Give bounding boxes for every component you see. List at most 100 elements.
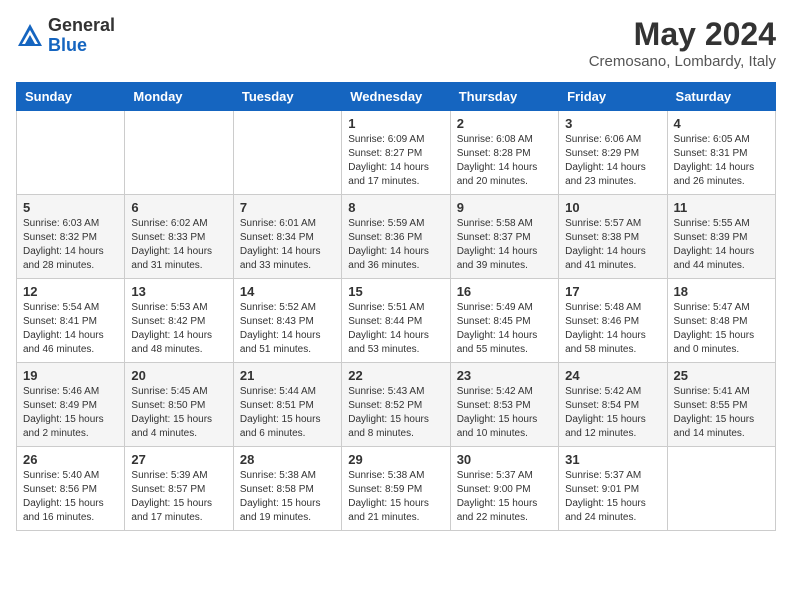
day-number: 17 <box>565 284 660 299</box>
calendar-day-cell: 21Sunrise: 5:44 AM Sunset: 8:51 PM Dayli… <box>233 363 341 447</box>
calendar-day-cell <box>125 111 233 195</box>
day-number: 11 <box>674 200 769 215</box>
weekday-header: Sunday <box>17 83 125 111</box>
location: Cremosano, Lombardy, Italy <box>589 53 776 70</box>
calendar-day-cell: 17 Sunrise: 5:48 AM Sunset: 8:46 PM Dayli… <box>559 279 667 363</box>
weekday-header: Friday <box>559 83 667 111</box>
day-number: 27 <box>131 452 226 467</box>
day-info: Sunrise: 5:39 AM Sunset: 8:57 PM Dayligh… <box>131 469 226 525</box>
day-number: 1 <box>348 116 443 131</box>
day-info: Sunrise: 6:09 AM Sunset: 8:27 PM Dayligh… <box>348 133 443 189</box>
day-number: 29 <box>348 452 443 467</box>
day-number: 3 <box>565 116 660 131</box>
weekday-header: Saturday <box>667 83 775 111</box>
calendar-day-cell <box>17 111 125 195</box>
weekday-header: Monday <box>125 83 233 111</box>
day-info: Sunrise: 5:46 AM Sunset: 8:49 PM Dayligh… <box>23 385 118 441</box>
calendar-day-cell: 4 Sunrise: 6:05 AM Sunset: 8:31 PM Daylig… <box>667 111 775 195</box>
day-info: Sunrise: 5:58 AM Sunset: 8:37 PM Dayligh… <box>457 217 552 273</box>
day-number: 19 <box>23 368 118 383</box>
day-info: Sunrise: 5:47 AM Sunset: 8:48 PM Dayligh… <box>674 301 769 357</box>
day-info: Sunrise: 5:37 AM Sunset: 9:01 PM Dayligh… <box>565 469 660 525</box>
day-info: Sunrise: 5:53 AM Sunset: 8:42 PM Dayligh… <box>131 301 226 357</box>
day-info: Sunrise: 6:01 AM Sunset: 8:34 PM Dayligh… <box>240 217 335 273</box>
day-number: 2 <box>457 116 552 131</box>
logo-text: General Blue <box>48 16 115 56</box>
logo-blue: Blue <box>48 35 87 55</box>
day-info: Sunrise: 5:42 AM Sunset: 8:54 PM Dayligh… <box>565 385 660 441</box>
day-number: 20 <box>131 368 226 383</box>
calendar-day-cell: 12 Sunrise: 5:54 AM Sunset: 8:41 PM Dayli… <box>17 279 125 363</box>
calendar-day-cell: 29 Sunrise: 5:38 AM Sunset: 8:59 PM Dayli… <box>342 447 450 531</box>
calendar-day-cell: 27 Sunrise: 5:39 AM Sunset: 8:57 PM Dayli… <box>125 447 233 531</box>
day-number: 23 <box>457 368 552 383</box>
day-info: Sunrise: 5:45 AM Sunset: 8:50 PM Dayligh… <box>131 385 226 441</box>
day-info: Sunrise: 6:08 AM Sunset: 8:28 PM Dayligh… <box>457 133 552 189</box>
day-number: 13 <box>131 284 226 299</box>
day-info: Sunrise: 5:52 AM Sunset: 8:43 PM Dayligh… <box>240 301 335 357</box>
calendar-header-row: SundayMondayTuesdayWednesdayThursdayFrid… <box>17 83 776 111</box>
calendar-day-cell: 22 Sunrise: 5:43 AM Sunset: 8:52 PM Dayli… <box>342 363 450 447</box>
calendar-day-cell: 20 Sunrise: 5:45 AM Sunset: 8:50 PM Dayli… <box>125 363 233 447</box>
day-info: Sunrise: 6:02 AM Sunset: 8:33 PM Dayligh… <box>131 217 226 273</box>
calendar-day-cell: 6 Sunrise: 6:02 AM Sunset: 8:33 PM Daylig… <box>125 195 233 279</box>
day-number: 31 <box>565 452 660 467</box>
day-info: Sunrise: 5:54 AM Sunset: 8:41 PM Dayligh… <box>23 301 118 357</box>
day-number: 24 <box>565 368 660 383</box>
page-header: General Blue May 2024 Cremosano, Lombard… <box>16 16 776 70</box>
day-info: Sunrise: 5:51 AM Sunset: 8:44 PM Dayligh… <box>348 301 443 357</box>
day-number: 16 <box>457 284 552 299</box>
calendar-week-row: 19 Sunrise: 5:46 AM Sunset: 8:49 PM Dayli… <box>17 363 776 447</box>
logo-icon <box>16 22 44 50</box>
calendar-day-cell: 18Sunrise: 5:47 AM Sunset: 8:48 PM Dayli… <box>667 279 775 363</box>
day-info: Sunrise: 5:48 AM Sunset: 8:46 PM Dayligh… <box>565 301 660 357</box>
day-info: Sunrise: 6:06 AM Sunset: 8:29 PM Dayligh… <box>565 133 660 189</box>
day-number: 7 <box>240 200 335 215</box>
calendar-week-row: 1 Sunrise: 6:09 AM Sunset: 8:27 PM Daylig… <box>17 111 776 195</box>
calendar-table: SundayMondayTuesdayWednesdayThursdayFrid… <box>16 82 776 531</box>
calendar-day-cell: 19 Sunrise: 5:46 AM Sunset: 8:49 PM Dayli… <box>17 363 125 447</box>
calendar-week-row: 12 Sunrise: 5:54 AM Sunset: 8:41 PM Dayli… <box>17 279 776 363</box>
calendar-day-cell: 2 Sunrise: 6:08 AM Sunset: 8:28 PM Daylig… <box>450 111 558 195</box>
day-info: Sunrise: 5:43 AM Sunset: 8:52 PM Dayligh… <box>348 385 443 441</box>
calendar-day-cell: 3 Sunrise: 6:06 AM Sunset: 8:29 PM Daylig… <box>559 111 667 195</box>
day-number: 14 <box>240 284 335 299</box>
day-info: Sunrise: 6:05 AM Sunset: 8:31 PM Dayligh… <box>674 133 769 189</box>
day-info: Sunrise: 5:55 AM Sunset: 8:39 PM Dayligh… <box>674 217 769 273</box>
day-info: Sunrise: 5:59 AM Sunset: 8:36 PM Dayligh… <box>348 217 443 273</box>
calendar-day-cell: 9 Sunrise: 5:58 AM Sunset: 8:37 PM Daylig… <box>450 195 558 279</box>
calendar-day-cell: 11 Sunrise: 5:55 AM Sunset: 8:39 PM Dayli… <box>667 195 775 279</box>
day-number: 25 <box>674 368 769 383</box>
logo: General Blue <box>16 16 115 56</box>
day-number: 15 <box>348 284 443 299</box>
calendar-day-cell: 13 Sunrise: 5:53 AM Sunset: 8:42 PM Dayli… <box>125 279 233 363</box>
day-info: Sunrise: 5:49 AM Sunset: 8:45 PM Dayligh… <box>457 301 552 357</box>
title-block: May 2024 Cremosano, Lombardy, Italy <box>589 16 776 70</box>
day-info: Sunrise: 5:38 AM Sunset: 8:58 PM Dayligh… <box>240 469 335 525</box>
day-number: 10 <box>565 200 660 215</box>
calendar-week-row: 26Sunrise: 5:40 AM Sunset: 8:56 PM Dayli… <box>17 447 776 531</box>
calendar-day-cell: 14 Sunrise: 5:52 AM Sunset: 8:43 PM Dayli… <box>233 279 341 363</box>
calendar-day-cell: 23Sunrise: 5:42 AM Sunset: 8:53 PM Dayli… <box>450 363 558 447</box>
logo-general: General <box>48 15 115 35</box>
calendar-day-cell: 15 Sunrise: 5:51 AM Sunset: 8:44 PM Dayli… <box>342 279 450 363</box>
day-number: 26 <box>23 452 118 467</box>
day-info: Sunrise: 5:37 AM Sunset: 9:00 PM Dayligh… <box>457 469 552 525</box>
calendar-day-cell: 30 Sunrise: 5:37 AM Sunset: 9:00 PM Dayli… <box>450 447 558 531</box>
calendar-day-cell: 8Sunrise: 5:59 AM Sunset: 8:36 PM Daylig… <box>342 195 450 279</box>
month-title: May 2024 <box>589 16 776 53</box>
weekday-header: Thursday <box>450 83 558 111</box>
day-number: 22 <box>348 368 443 383</box>
calendar-day-cell: 31 Sunrise: 5:37 AM Sunset: 9:01 PM Dayli… <box>559 447 667 531</box>
day-number: 9 <box>457 200 552 215</box>
day-number: 6 <box>131 200 226 215</box>
calendar-day-cell: 24 Sunrise: 5:42 AM Sunset: 8:54 PM Dayli… <box>559 363 667 447</box>
day-info: Sunrise: 5:38 AM Sunset: 8:59 PM Dayligh… <box>348 469 443 525</box>
day-number: 12 <box>23 284 118 299</box>
day-number: 21 <box>240 368 335 383</box>
day-number: 5 <box>23 200 118 215</box>
day-number: 28 <box>240 452 335 467</box>
calendar-week-row: 5Sunrise: 6:03 AM Sunset: 8:32 PM Daylig… <box>17 195 776 279</box>
day-number: 30 <box>457 452 552 467</box>
day-number: 4 <box>674 116 769 131</box>
